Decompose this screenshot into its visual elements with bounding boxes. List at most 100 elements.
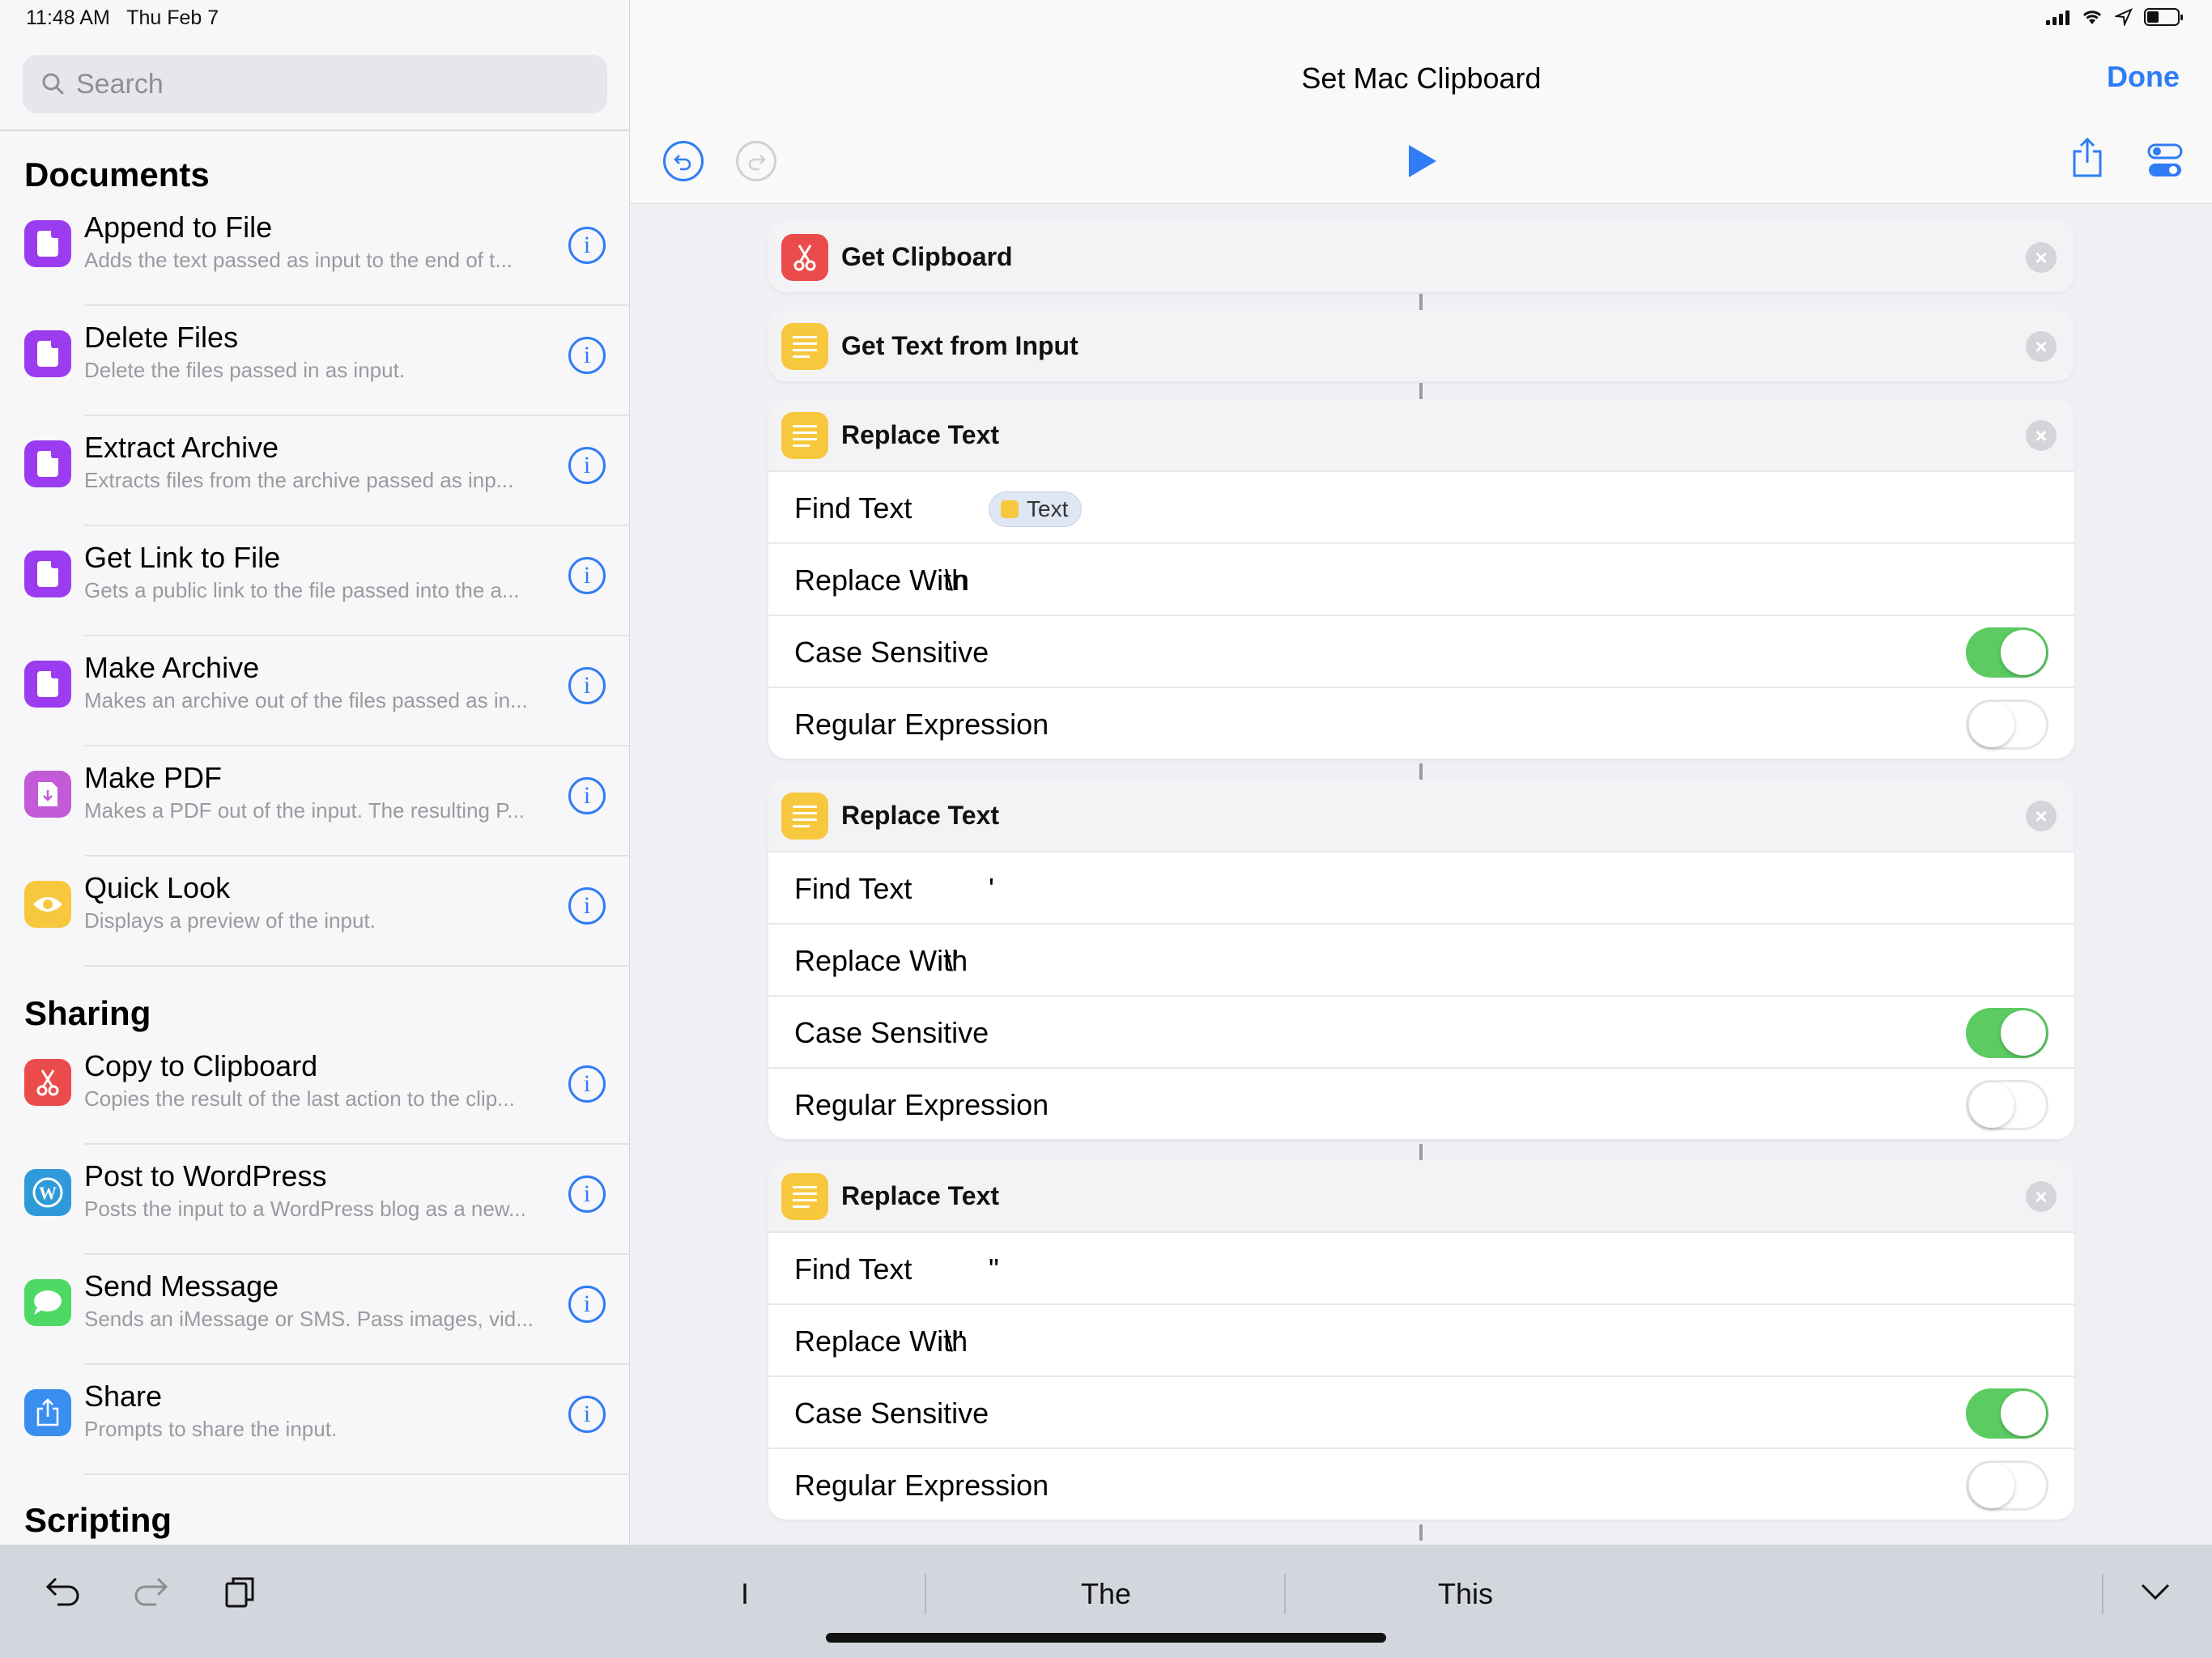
variable-token[interactable]: Text [989, 491, 1083, 527]
replace-with-field[interactable]: \' [945, 944, 959, 978]
remove-action-button[interactable]: × [2026, 801, 2057, 831]
sidebar-item-quick-look[interactable]: Quick Look Displays a preview of the inp… [0, 857, 629, 967]
action-title: Copy to Clipboard [84, 1049, 318, 1082]
action-title: Send Message [84, 1269, 279, 1303]
keyboard-redo-button[interactable] [126, 1567, 175, 1616]
keyboard-paste-button[interactable] [215, 1567, 264, 1616]
info-icon[interactable]: i [568, 1286, 606, 1323]
replace-with-label: Replace With [794, 944, 968, 977]
info-icon[interactable]: i [568, 1065, 606, 1103]
undo-button[interactable] [663, 141, 704, 181]
regular-expression-toggle[interactable] [1966, 1080, 2048, 1130]
sidebar-item-make-pdf[interactable]: Make PDF Makes a PDF out of the input. T… [0, 746, 629, 857]
action-card-get-clipboard[interactable]: Get Clipboard × [768, 221, 2074, 292]
cellular-signal-icon [2046, 9, 2069, 25]
action-card-header: Get Clipboard × [768, 221, 2074, 292]
divider [925, 1574, 926, 1614]
search-bar[interactable] [23, 55, 607, 113]
info-icon[interactable]: i [568, 447, 606, 484]
sidebar-item-send-message[interactable]: Send Message Sends an iMessage or SMS. P… [0, 1255, 629, 1365]
info-icon[interactable]: i [568, 337, 606, 374]
remove-action-button[interactable]: × [2026, 420, 2057, 451]
sidebar-item-get-link-to-file[interactable]: Get Link to File Gets a public link to t… [0, 526, 629, 636]
search-icon [42, 73, 64, 95]
scissors-icon [24, 1059, 71, 1106]
action-description: Makes a PDF out of the input. The result… [84, 798, 525, 823]
dismiss-keyboard-button[interactable] [2131, 1567, 2180, 1616]
action-description: Posts the input to a WordPress blog as a… [84, 1197, 526, 1221]
replace-with-field[interactable]: \" [945, 1324, 963, 1358]
info-icon[interactable]: i [568, 777, 606, 814]
workflow-editor[interactable]: Get Clipboard × Get Text from Input × Re… [631, 205, 2212, 1545]
replace-with-field[interactable]: \n [945, 563, 969, 597]
regular-expression-row: Regular Expression [768, 1448, 2074, 1520]
find-text-row[interactable]: Find Text " [768, 1231, 2074, 1303]
action-card-header: Replace Text × [768, 399, 2074, 470]
action-description: Gets a public link to the file passed in… [84, 578, 520, 602]
sidebar-item-copy-to-clipboard[interactable]: Copy to Clipboard Copies the result of t… [0, 1035, 629, 1145]
settings-button[interactable] [2145, 141, 2185, 181]
variable-token-label: Text [1027, 496, 1069, 521]
section-header-scripting: Scripting [24, 1501, 172, 1539]
share-icon [2073, 137, 2102, 177]
run-button[interactable] [1402, 141, 1442, 181]
search-input[interactable] [76, 68, 562, 100]
action-card-get-text-from-input[interactable]: Get Text from Input × [768, 310, 2074, 381]
replace-with-row[interactable]: Replace With \" [768, 1303, 2074, 1375]
regular-expression-label: Regular Expression [794, 1088, 1049, 1121]
redo-button[interactable] [736, 141, 776, 181]
remove-action-button[interactable]: × [2026, 1181, 2057, 1212]
case-sensitive-label: Case Sensitive [794, 636, 989, 669]
action-description: Sends an iMessage or SMS. Pass images, v… [84, 1307, 534, 1331]
info-icon[interactable]: i [568, 1175, 606, 1213]
regular-expression-toggle[interactable] [1966, 699, 2048, 750]
remove-action-button[interactable]: × [2026, 331, 2057, 362]
regular-expression-toggle[interactable] [1966, 1460, 2048, 1511]
text-icon [781, 412, 828, 459]
wifi-icon [2082, 11, 2102, 24]
find-text-row[interactable]: Find Text ' [768, 851, 2074, 923]
done-button[interactable]: Done [2107, 60, 2180, 94]
info-icon[interactable]: i [568, 227, 606, 264]
home-indicator[interactable] [826, 1633, 1386, 1643]
remove-action-button[interactable]: × [2026, 242, 2057, 273]
replace-with-row[interactable]: Replace With \n [768, 542, 2074, 614]
text-icon [781, 793, 828, 840]
info-icon[interactable]: i [568, 1396, 606, 1433]
sidebar-item-delete-files[interactable]: Delete Files Delete the files passed in … [0, 306, 629, 416]
action-card-replace-text[interactable]: Replace Text × Find Text Text Replace Wi… [768, 399, 2074, 759]
case-sensitive-toggle[interactable] [1966, 627, 2048, 678]
info-icon[interactable]: i [568, 667, 606, 704]
suggestion-2[interactable]: The [1025, 1577, 1187, 1611]
action-card-replace-text[interactable]: Replace Text × Find Text " Replace With … [768, 1160, 2074, 1520]
suggestion-3[interactable]: This [1385, 1577, 1546, 1611]
scissors-icon [781, 234, 828, 281]
info-icon[interactable]: i [568, 887, 606, 925]
message-icon [24, 1279, 71, 1326]
undo-icon [45, 1577, 79, 1606]
action-title: Make Archive [84, 651, 260, 684]
action-description: Delete the files passed in as input. [84, 358, 406, 382]
share-button[interactable] [2067, 137, 2108, 178]
find-text-row[interactable]: Find Text Text [768, 470, 2074, 542]
sidebar-item-extract-archive[interactable]: Extract Archive Extracts files from the … [0, 416, 629, 526]
sidebar-item-share[interactable]: Share Prompts to share the input. i [0, 1365, 629, 1475]
action-card-replace-text[interactable]: Replace Text × Find Text ' Replace With … [768, 780, 2074, 1139]
action-title: Append to File [84, 210, 273, 244]
suggestion-1[interactable]: I [664, 1577, 826, 1611]
action-title: Share [84, 1380, 163, 1413]
sidebar-item-append-to-file[interactable]: Append to File Adds the text passed as i… [0, 196, 629, 306]
case-sensitive-toggle[interactable] [1966, 1008, 2048, 1058]
keyboard-undo-button[interactable] [39, 1567, 87, 1616]
sidebar-item-post-to-wordpress[interactable]: W Post to WordPress Posts the input to a… [0, 1145, 629, 1255]
action-description: Copies the result of the last action to … [84, 1086, 515, 1111]
divider [2102, 1574, 2104, 1614]
find-text-field[interactable]: " [989, 1252, 999, 1286]
info-icon[interactable]: i [568, 557, 606, 594]
replace-with-row[interactable]: Replace With \' [768, 923, 2074, 995]
document-icon [24, 661, 71, 708]
find-text-field[interactable]: ' [989, 872, 994, 906]
case-sensitive-toggle[interactable] [1966, 1388, 2048, 1439]
sidebar-item-make-archive[interactable]: Make Archive Makes an archive out of the… [0, 636, 629, 746]
action-title: Quick Look [84, 871, 231, 904]
